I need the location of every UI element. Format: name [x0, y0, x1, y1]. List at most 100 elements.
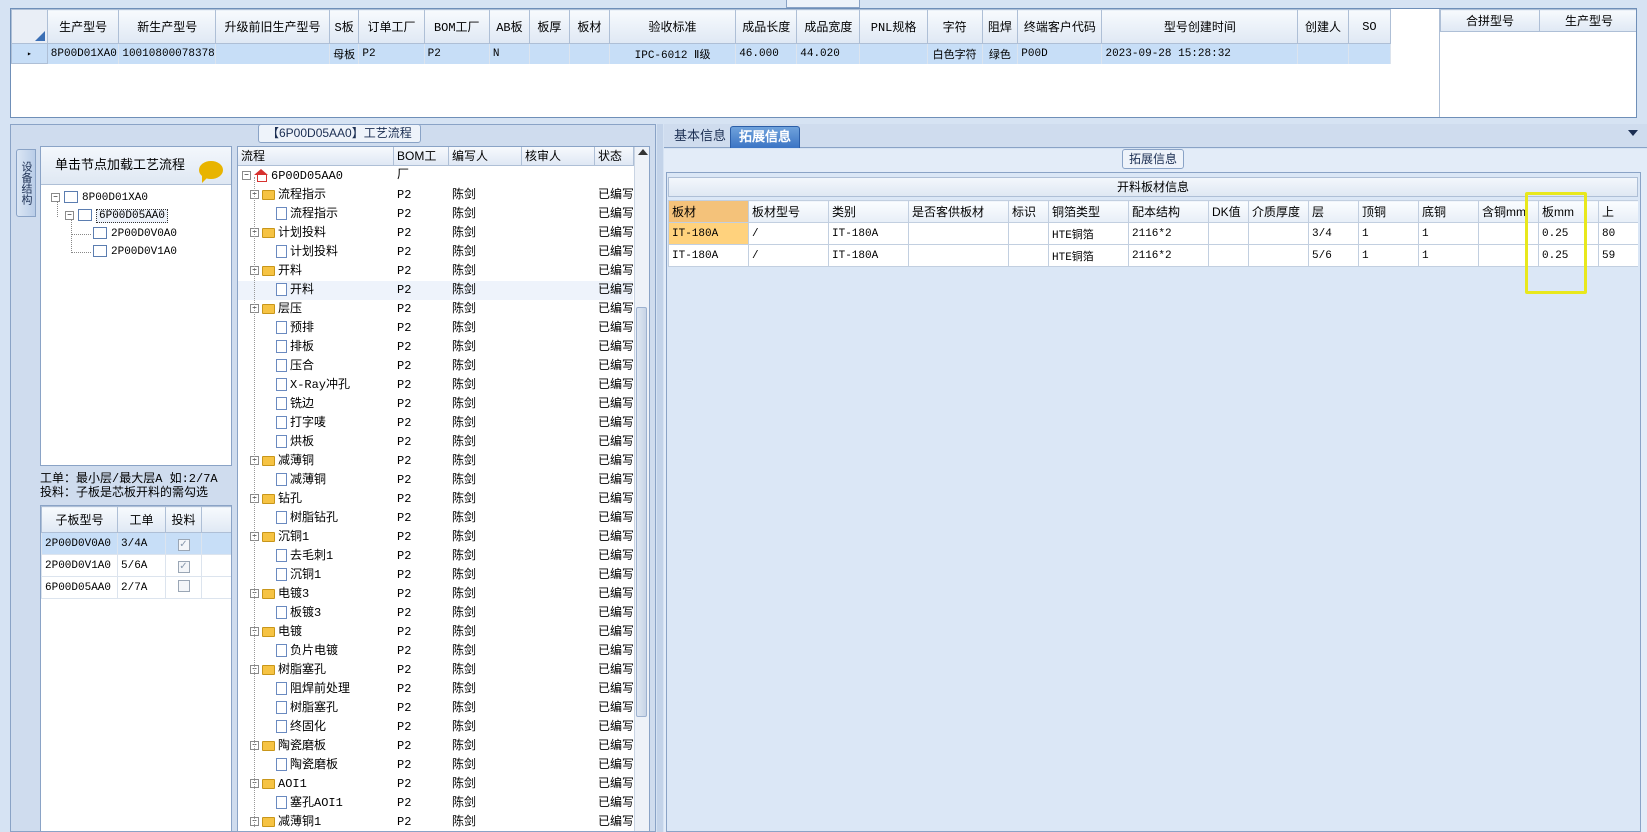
flow-row[interactable]: − 钻孔 P2 陈剑 已编写 [238, 490, 633, 509]
grid-cell[interactable]: 10010800078378 [118, 43, 217, 64]
column-header[interactable]: 介质厚度 [1248, 200, 1309, 223]
flow-row[interactable]: − 开料 P2 陈剑 已编写 [238, 262, 633, 281]
scrollbar-thumb[interactable] [636, 307, 647, 717]
flow-row[interactable]: 阻焊前处理 P2 陈剑 已编写 [238, 680, 633, 699]
material-cell[interactable] [1208, 244, 1249, 267]
column-header[interactable]: 订单工厂 [358, 9, 425, 44]
column-header[interactable]: 上 [1598, 200, 1638, 223]
flow-row[interactable]: − 减薄铜1 P2 陈剑 已编写 [238, 813, 633, 831]
flow-row[interactable]: − AOI1 P2 陈剑 已编写 [238, 775, 633, 794]
material-cell[interactable]: HTE铜箔 [1048, 222, 1129, 245]
flow-row[interactable]: 压合 P2 陈剑 已编写 [238, 357, 633, 376]
tree-node[interactable]: 2P00D0V1A0 [93, 243, 177, 261]
column-header[interactable]: 标识 [1008, 200, 1049, 223]
flow-root-row[interactable]: −6P00D05AA0 [238, 167, 633, 186]
column-header-bom-factory[interactable]: BOM工厂 [394, 147, 449, 181]
material-cell[interactable]: 1 [1358, 244, 1419, 267]
material-cell[interactable]: / [748, 244, 829, 267]
flow-row[interactable]: 沉铜1 P2 陈剑 已编写 [238, 566, 633, 585]
tree-node[interactable]: −8P00D01XA0 [51, 189, 148, 207]
material-cell[interactable]: HTE铜箔 [1048, 244, 1129, 267]
flow-row[interactable]: 减薄铜 P2 陈剑 已编写 [238, 471, 633, 490]
table-row[interactable]: 2P00D0V0A0 3/4A ✓ [41, 532, 231, 555]
flow-row[interactable]: − 计划投料 P2 陈剑 已编写 [238, 224, 633, 243]
flow-row[interactable]: 打字唛 P2 陈剑 已编写 [238, 414, 633, 433]
column-header[interactable]: 终端客户代码 [1017, 9, 1103, 44]
flow-row[interactable]: X-Ray冲孔 P2 陈剑 已编写 [238, 376, 633, 395]
flow-row[interactable]: 树脂塞孔 P2 陈剑 已编写 [238, 699, 633, 718]
scroll-up-icon[interactable] [638, 149, 648, 155]
flow-row[interactable]: 塞孔AOI1 P2 陈剑 已编写 [238, 794, 633, 813]
column-header[interactable]: 创建人 [1297, 9, 1349, 44]
column-header[interactable]: DK值 [1208, 200, 1249, 223]
column-header-status[interactable]: 状态 [595, 147, 634, 166]
flow-row[interactable]: − 沉铜1 P2 陈剑 已编写 [238, 528, 633, 547]
feed-checkbox[interactable]: ✓ [177, 539, 190, 551]
material-cell[interactable]: 59 [1598, 244, 1638, 267]
column-header[interactable]: 配本结构 [1128, 200, 1209, 223]
flow-row[interactable]: 去毛刺1 P2 陈剑 已编写 [238, 547, 633, 566]
flow-row[interactable]: 烘板 P2 陈剑 已编写 [238, 433, 633, 452]
material-cell[interactable] [908, 222, 1009, 245]
material-cell[interactable]: 3/4 [1308, 222, 1359, 245]
material-cell[interactable]: IT-180A [668, 244, 749, 267]
column-header[interactable]: 铜箔类型 [1048, 200, 1129, 223]
tab-dropdown-icon[interactable] [1628, 130, 1638, 141]
column-header-production-model[interactable]: 生产型号 [1539, 9, 1636, 32]
flow-row[interactable]: − 电镀3 P2 陈剑 已编写 [238, 585, 633, 604]
tab-device-structure[interactable]: 设备结构 [16, 149, 36, 217]
column-header[interactable]: 底铜 [1418, 200, 1479, 223]
flow-row[interactable]: 陶瓷磨板 P2 陈剑 已编写 [238, 756, 633, 775]
table-row[interactable]: 2P00D0V1A0 5/6A ✓ [41, 554, 231, 577]
flow-row[interactable]: 排板 P2 陈剑 已编写 [238, 338, 633, 357]
column-header-sub-board-model[interactable]: 子板型号 [41, 506, 118, 533]
grid-cell[interactable] [569, 43, 610, 64]
column-header[interactable]: 字符 [926, 9, 983, 44]
material-cell[interactable] [1008, 222, 1049, 245]
column-header[interactable]: AB板 [488, 9, 530, 44]
column-header[interactable]: S板 [328, 9, 360, 44]
material-cell[interactable]: IT-180A [828, 222, 909, 245]
material-cell[interactable]: 2116*2 [1128, 244, 1209, 267]
grid-cell[interactable]: P2 [424, 43, 490, 64]
column-header[interactable]: 型号创建时间 [1101, 9, 1299, 44]
material-cell[interactable]: / [748, 222, 829, 245]
flow-row[interactable]: 预排 P2 陈剑 已编写 [238, 319, 633, 338]
flow-row[interactable]: 终固化 P2 陈剑 已编写 [238, 718, 633, 737]
column-header-feed[interactable]: 投料 [165, 506, 202, 533]
column-header[interactable]: SO [1347, 9, 1392, 44]
column-header[interactable]: PNL规格 [859, 9, 928, 44]
grid-cell[interactable]: 46.000 [735, 43, 798, 64]
flow-row[interactable]: 负片电镀 P2 陈剑 已编写 [238, 642, 633, 661]
material-cell[interactable]: IT-180A [828, 244, 909, 267]
material-cell[interactable]: IT-180A [668, 222, 749, 245]
column-header[interactable]: 层 [1308, 200, 1359, 223]
grid-cell[interactable] [215, 43, 330, 64]
grid-cell[interactable]: 44.020 [796, 43, 861, 64]
table-row[interactable]: IT-180A / IT-180A HTE铜箔 2116*2 5/6 1 1 0.25 59 [668, 244, 1638, 267]
tree-node-selected[interactable]: −6P00D05AA0 [65, 207, 169, 225]
grid-cell[interactable]: IPC-6012 Ⅱ级 [609, 43, 737, 64]
flow-row[interactable]: 树脂钻孔 P2 陈剑 已编写 [238, 509, 633, 528]
table-row[interactable]: IT-180A / IT-180A HTE铜箔 2116*2 3/4 1 1 0.25 80 [668, 222, 1638, 245]
material-cell[interactable] [1248, 244, 1309, 267]
flow-row[interactable]: − 电镀 P2 陈剑 已编写 [238, 623, 633, 642]
flow-row[interactable]: − 层压 P2 陈剑 已编写 [238, 300, 633, 319]
material-cell[interactable]: 1 [1418, 244, 1479, 267]
column-header[interactable]: 类别 [828, 200, 909, 223]
grid-cell[interactable]: P2 [358, 43, 425, 64]
column-header[interactable]: 板材 [668, 200, 749, 223]
column-header[interactable]: 阻焊 [981, 9, 1019, 44]
column-header[interactable]: BOM工厂 [423, 9, 490, 44]
grid-cell[interactable] [529, 43, 570, 64]
column-header[interactable]: 是否客供板材 [908, 200, 1009, 223]
grid-cell[interactable] [1348, 43, 1392, 64]
flow-row[interactable]: − 陶瓷磨板 P2 陈剑 已编写 [238, 737, 633, 756]
panel-splitter[interactable] [657, 124, 663, 832]
column-header-writer[interactable]: 编写人 [449, 147, 522, 166]
column-header-merge-model[interactable]: 合拼型号 [1440, 9, 1540, 32]
column-header[interactable]: 板厚 [528, 9, 570, 44]
material-cell[interactable]: 80 [1598, 222, 1638, 245]
grid-corner[interactable] [11, 9, 48, 44]
flow-row[interactable]: 铣边 P2 陈剑 已编写 [238, 395, 633, 414]
